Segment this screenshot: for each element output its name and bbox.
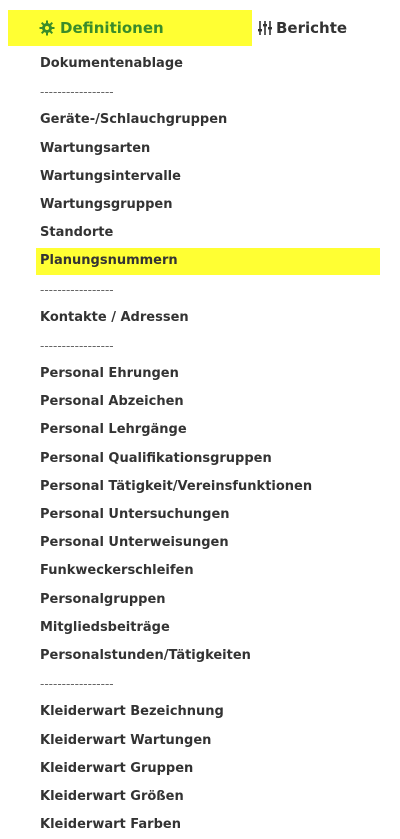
menu-item-planungsnummern[interactable]: Planungsnummern [36,247,400,276]
definitionen-menu: Dokumentenablage ----------------- Geräte-… [36,50,400,839]
menu-item-geraete-schlauchgruppen[interactable]: Geräte-/Schlauchgruppen [40,106,400,134]
gear-icon [38,19,56,37]
menu-item-personal-abzeichen[interactable]: Personal Abzeichen [40,388,400,416]
menu-item-wartungsgruppen[interactable]: Wartungsgruppen [40,191,400,219]
menu-separator: ----------------- [40,85,114,100]
menu-item-funkweckerschleifen[interactable]: Funkweckerschleifen [40,557,400,585]
menu-item-kontakte-adressen[interactable]: Kontakte / Adressen [40,304,400,332]
menu-item-standorte[interactable]: Standorte [40,219,400,247]
menu-item-wartungsarten[interactable]: Wartungsarten [40,135,400,163]
menu-item-kleiderwart-bezeichnung[interactable]: Kleiderwart Bezeichnung [40,698,400,726]
tab-definitionen-label: Definitionen [60,19,164,37]
menu-item-personalstunden-taetigkeiten[interactable]: Personalstunden/Tätigkeiten [40,642,400,670]
menu-item-kleiderwart-wartungen[interactable]: Kleiderwart Wartungen [40,727,400,755]
menu-item-personal-unterweisungen[interactable]: Personal Unterweisungen [40,529,400,557]
menu-separator: ----------------- [40,677,114,692]
menu-separator: ----------------- [40,282,114,297]
menu-item-kleiderwart-gruppen[interactable]: Kleiderwart Gruppen [40,755,400,783]
menu-item-personal-ehrungen[interactable]: Personal Ehrungen [40,360,400,388]
menu-item-dokumentenablage[interactable]: Dokumentenablage [40,50,400,78]
menu-item-personal-qualifikationsgruppen[interactable]: Personal Qualifikationsgruppen [40,445,400,473]
menu-item-personal-lehrgaenge[interactable]: Personal Lehrgänge [40,416,400,444]
menu-item-personal-untersuchungen[interactable]: Personal Untersuchungen [40,501,400,529]
tab-berichte[interactable]: Berichte [256,10,347,46]
tab-definitionen[interactable]: Definitionen [8,10,252,46]
menu-item-wartungsintervalle[interactable]: Wartungsintervalle [40,163,400,191]
top-tab-bar: Definitionen Berichte [0,0,400,46]
menu-item-kleiderwart-groessen[interactable]: Kleiderwart Größen [40,783,400,811]
menu-item-personal-taetigkeit-vereinsfunktionen[interactable]: Personal Tätigkeit/Vereinsfunktionen [40,473,400,501]
sliders-icon [256,19,274,37]
menu-separator: ----------------- [40,338,114,353]
menu-item-mitgliedsbeitraege[interactable]: Mitgliedsbeiträge [40,614,400,642]
menu-item-personalgruppen[interactable]: Personalgruppen [40,586,400,614]
tab-berichte-label: Berichte [276,19,348,37]
